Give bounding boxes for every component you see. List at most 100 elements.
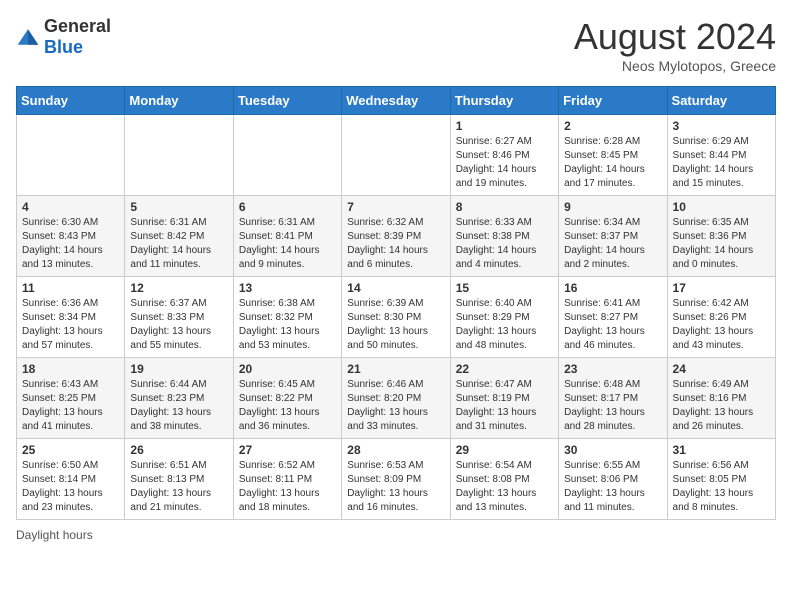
header: General Blue August 2024 Neos Mylotopos,… — [16, 16, 776, 74]
day-info: Sunrise: 6:38 AM Sunset: 8:32 PM Dayligh… — [239, 297, 336, 353]
day-info: Sunrise: 6:45 AM Sunset: 8:22 PM Dayligh… — [239, 378, 336, 434]
day-info: Sunrise: 6:50 AM Sunset: 8:14 PM Dayligh… — [22, 459, 119, 515]
day-info: Sunrise: 6:39 AM Sunset: 8:30 PM Dayligh… — [347, 297, 444, 353]
logo-blue: Blue — [44, 37, 83, 57]
day-number: 9 — [564, 200, 661, 214]
col-header-thursday: Thursday — [450, 87, 558, 115]
day-number: 29 — [456, 443, 553, 457]
day-info: Sunrise: 6:31 AM Sunset: 8:42 PM Dayligh… — [130, 216, 227, 272]
day-number: 25 — [22, 443, 119, 457]
month-title: August 2024 — [574, 16, 776, 58]
day-cell: 13 Sunrise: 6:38 AM Sunset: 8:32 PM Dayli… — [233, 277, 341, 358]
day-info: Sunrise: 6:46 AM Sunset: 8:20 PM Dayligh… — [347, 378, 444, 434]
day-number: 22 — [456, 362, 553, 376]
day-number: 24 — [673, 362, 770, 376]
day-number: 2 — [564, 119, 661, 133]
day-number: 6 — [239, 200, 336, 214]
header-row: SundayMondayTuesdayWednesdayThursdayFrid… — [17, 87, 776, 115]
day-info: Sunrise: 6:36 AM Sunset: 8:34 PM Dayligh… — [22, 297, 119, 353]
day-cell: 4Sunrise: 6:30 AM Sunset: 8:43 PM Daylig… — [17, 196, 125, 277]
day-info: Sunrise: 6:44 AM Sunset: 8:23 PM Dayligh… — [130, 378, 227, 434]
day-number: 14 — [347, 281, 444, 295]
day-number: 19 — [130, 362, 227, 376]
day-number: 15 — [456, 281, 553, 295]
week-row-4: 25 Sunrise: 6:50 AM Sunset: 8:14 PM Dayli… — [17, 439, 776, 520]
day-cell: 22 Sunrise: 6:47 AM Sunset: 8:19 PM Dayli… — [450, 358, 558, 439]
day-number: 23 — [564, 362, 661, 376]
day-number: 1 — [456, 119, 553, 133]
day-info: Sunrise: 6:41 AM Sunset: 8:27 PM Dayligh… — [564, 297, 661, 353]
week-row-0: 1 Sunrise: 6:27 AM Sunset: 8:46 PM Daylig… — [17, 115, 776, 196]
day-info: Sunrise: 6:51 AM Sunset: 8:13 PM Dayligh… — [130, 459, 227, 515]
day-cell: 28 Sunrise: 6:53 AM Sunset: 8:09 PM Dayli… — [342, 439, 450, 520]
calendar-table: SundayMondayTuesdayWednesdayThursdayFrid… — [16, 86, 776, 520]
day-cell: 16 Sunrise: 6:41 AM Sunset: 8:27 PM Dayli… — [559, 277, 667, 358]
location: Neos Mylotopos, Greece — [574, 58, 776, 74]
day-cell: 12 Sunrise: 6:37 AM Sunset: 8:33 PM Dayli… — [125, 277, 233, 358]
day-number: 13 — [239, 281, 336, 295]
col-header-tuesday: Tuesday — [233, 87, 341, 115]
day-number: 8 — [456, 200, 553, 214]
col-header-monday: Monday — [125, 87, 233, 115]
day-cell: 5 Sunrise: 6:31 AM Sunset: 8:42 PM Daylig… — [125, 196, 233, 277]
day-info: Sunrise: 6:31 AM Sunset: 8:41 PM Dayligh… — [239, 216, 336, 272]
day-info: Sunrise: 6:52 AM Sunset: 8:11 PM Dayligh… — [239, 459, 336, 515]
day-info: Sunrise: 6:48 AM Sunset: 8:17 PM Dayligh… — [564, 378, 661, 434]
day-number: 27 — [239, 443, 336, 457]
day-cell: 7 Sunrise: 6:32 AM Sunset: 8:39 PM Daylig… — [342, 196, 450, 277]
day-number: 28 — [347, 443, 444, 457]
day-info: Sunrise: 6:34 AM Sunset: 8:37 PM Dayligh… — [564, 216, 661, 272]
week-row-2: 11Sunrise: 6:36 AM Sunset: 8:34 PM Dayli… — [17, 277, 776, 358]
day-number: 5 — [130, 200, 227, 214]
day-cell: 30 Sunrise: 6:55 AM Sunset: 8:06 PM Dayli… — [559, 439, 667, 520]
day-cell: 31Sunrise: 6:56 AM Sunset: 8:05 PM Dayli… — [667, 439, 775, 520]
day-info: Sunrise: 6:54 AM Sunset: 8:08 PM Dayligh… — [456, 459, 553, 515]
day-cell: 15 Sunrise: 6:40 AM Sunset: 8:29 PM Dayli… — [450, 277, 558, 358]
day-cell: 21 Sunrise: 6:46 AM Sunset: 8:20 PM Dayli… — [342, 358, 450, 439]
day-number: 3 — [673, 119, 770, 133]
day-cell: 27 Sunrise: 6:52 AM Sunset: 8:11 PM Dayli… — [233, 439, 341, 520]
day-info: Sunrise: 6:43 AM Sunset: 8:25 PM Dayligh… — [22, 378, 119, 434]
day-cell: 11Sunrise: 6:36 AM Sunset: 8:34 PM Dayli… — [17, 277, 125, 358]
day-cell: 19 Sunrise: 6:44 AM Sunset: 8:23 PM Dayli… — [125, 358, 233, 439]
day-cell: 24 Sunrise: 6:49 AM Sunset: 8:16 PM Dayli… — [667, 358, 775, 439]
day-cell: 8Sunrise: 6:33 AM Sunset: 8:38 PM Daylig… — [450, 196, 558, 277]
day-number: 10 — [673, 200, 770, 214]
day-info: Sunrise: 6:29 AM Sunset: 8:44 PM Dayligh… — [673, 135, 770, 191]
day-number: 20 — [239, 362, 336, 376]
logo: General Blue — [16, 16, 111, 58]
day-number: 7 — [347, 200, 444, 214]
day-info: Sunrise: 6:32 AM Sunset: 8:39 PM Dayligh… — [347, 216, 444, 272]
logo-icon — [16, 27, 40, 47]
day-number: 12 — [130, 281, 227, 295]
day-cell: 20 Sunrise: 6:45 AM Sunset: 8:22 PM Dayli… — [233, 358, 341, 439]
day-cell: 18 Sunrise: 6:43 AM Sunset: 8:25 PM Dayli… — [17, 358, 125, 439]
col-header-sunday: Sunday — [17, 87, 125, 115]
day-cell — [125, 115, 233, 196]
title-area: August 2024 Neos Mylotopos, Greece — [574, 16, 776, 74]
day-info: Sunrise: 6:55 AM Sunset: 8:06 PM Dayligh… — [564, 459, 661, 515]
day-number: 30 — [564, 443, 661, 457]
footer: Daylight hours — [16, 528, 776, 542]
day-number: 18 — [22, 362, 119, 376]
day-cell: 1 Sunrise: 6:27 AM Sunset: 8:46 PM Daylig… — [450, 115, 558, 196]
col-header-friday: Friday — [559, 87, 667, 115]
day-info: Sunrise: 6:35 AM Sunset: 8:36 PM Dayligh… — [673, 216, 770, 272]
day-cell: 25 Sunrise: 6:50 AM Sunset: 8:14 PM Dayli… — [17, 439, 125, 520]
week-row-1: 4Sunrise: 6:30 AM Sunset: 8:43 PM Daylig… — [17, 196, 776, 277]
logo-general: General — [44, 16, 111, 36]
day-info: Sunrise: 6:40 AM Sunset: 8:29 PM Dayligh… — [456, 297, 553, 353]
day-info: Sunrise: 6:27 AM Sunset: 8:46 PM Dayligh… — [456, 135, 553, 191]
day-info: Sunrise: 6:47 AM Sunset: 8:19 PM Dayligh… — [456, 378, 553, 434]
day-info: Sunrise: 6:37 AM Sunset: 8:33 PM Dayligh… — [130, 297, 227, 353]
day-info: Sunrise: 6:49 AM Sunset: 8:16 PM Dayligh… — [673, 378, 770, 434]
day-info: Sunrise: 6:28 AM Sunset: 8:45 PM Dayligh… — [564, 135, 661, 191]
day-number: 17 — [673, 281, 770, 295]
day-info: Sunrise: 6:42 AM Sunset: 8:26 PM Dayligh… — [673, 297, 770, 353]
day-cell — [233, 115, 341, 196]
day-cell: 26Sunrise: 6:51 AM Sunset: 8:13 PM Dayli… — [125, 439, 233, 520]
day-number: 21 — [347, 362, 444, 376]
day-cell — [342, 115, 450, 196]
day-info: Sunrise: 6:53 AM Sunset: 8:09 PM Dayligh… — [347, 459, 444, 515]
day-number: 16 — [564, 281, 661, 295]
